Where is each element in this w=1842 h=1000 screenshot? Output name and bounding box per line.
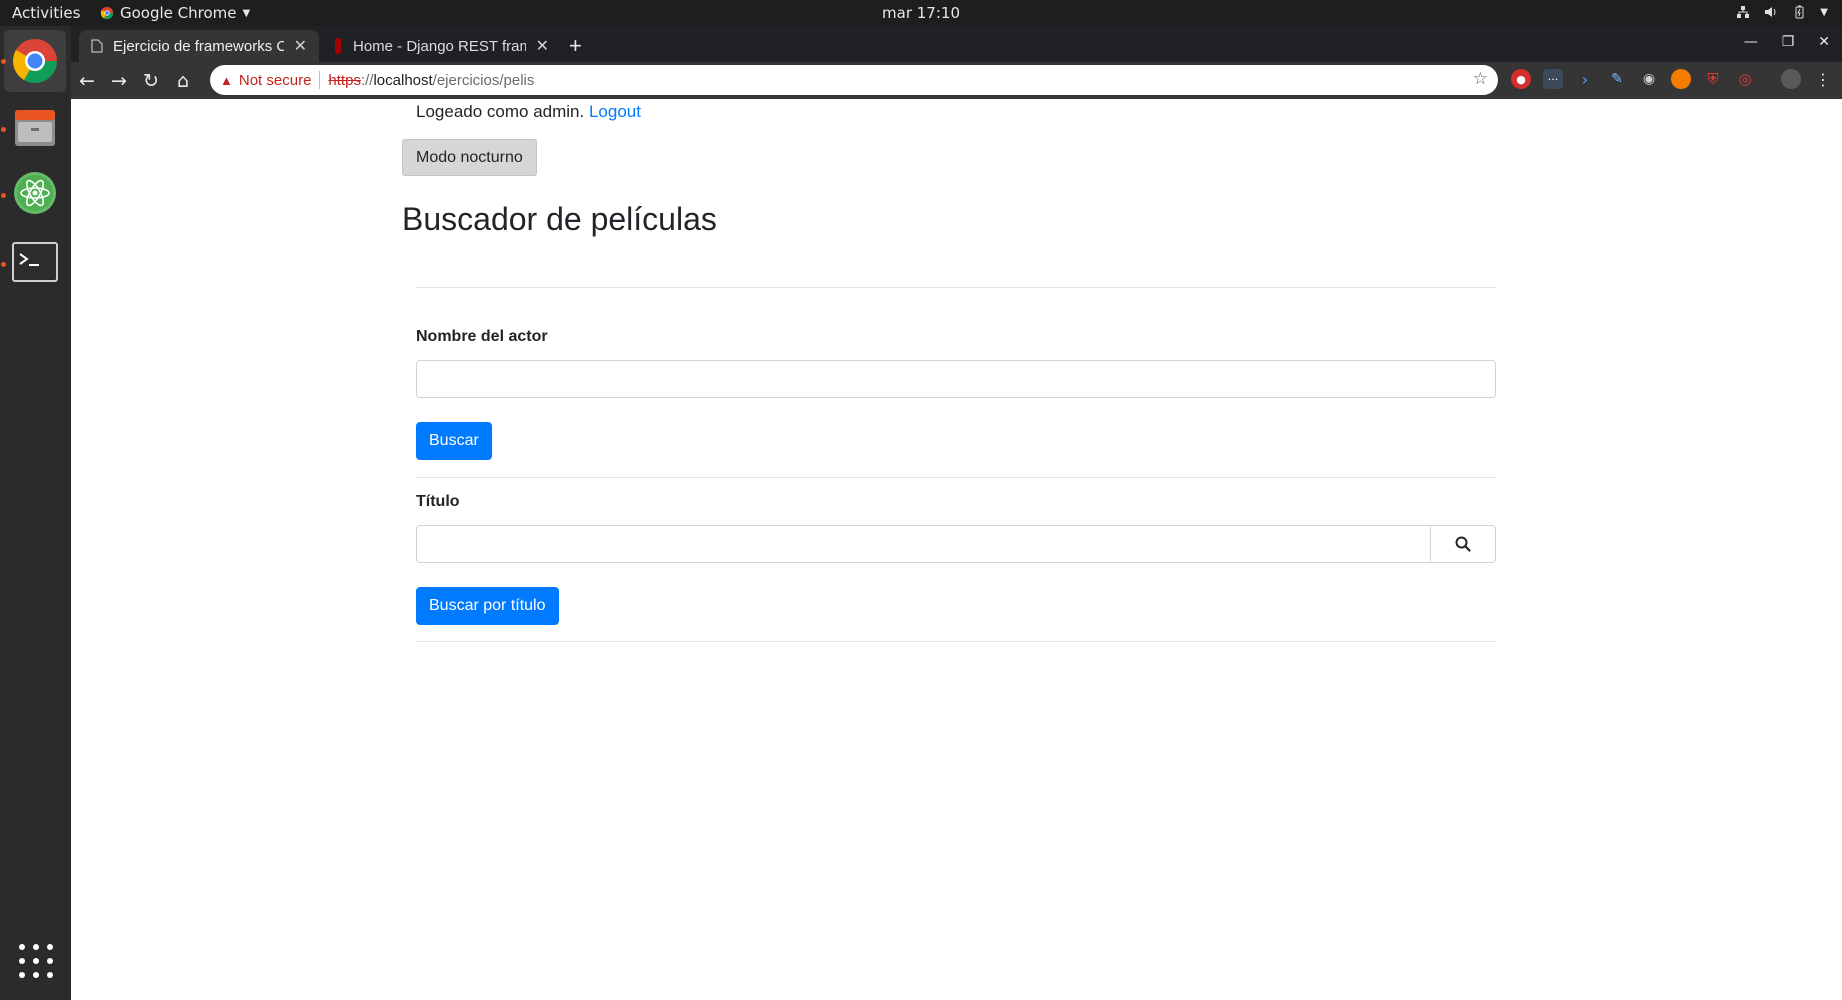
files-icon — [15, 110, 55, 146]
address-bar[interactable]: ▲ Not secure https://localhost/ejercicio… — [210, 65, 1498, 95]
tab-django[interactable]: Home - Django REST fram ✕ — [321, 30, 561, 62]
dock-atom[interactable] — [4, 162, 66, 224]
search-icon — [1455, 536, 1471, 552]
bookmark-star-icon[interactable]: ☆ — [1473, 69, 1488, 89]
night-mode-button[interactable]: Modo nocturno — [402, 139, 537, 176]
url-path: /ejercicios/pelis — [432, 71, 535, 89]
actor-label: Nombre del actor — [416, 328, 548, 345]
grid-dot — [19, 944, 25, 950]
grid-dot — [47, 958, 53, 964]
atom-icon — [14, 172, 56, 214]
page-icon — [91, 39, 103, 53]
system-tray[interactable]: ▼ — [1736, 5, 1828, 19]
title-search-button[interactable] — [1431, 525, 1496, 563]
grid-dot — [33, 972, 39, 978]
ext-arrow-icon[interactable]: › — [1575, 69, 1595, 89]
url-protocol: https — [328, 71, 361, 89]
ext-orange-icon[interactable] — [1671, 69, 1691, 89]
url-host: localhost — [373, 71, 433, 89]
reload-icon[interactable]: ↻ — [135, 65, 167, 97]
omnibox-separator — [319, 71, 321, 89]
new-tab-icon[interactable]: + — [569, 33, 582, 59]
minimize-icon[interactable]: — — [1744, 34, 1758, 50]
terminal-icon — [12, 242, 58, 282]
page-content: Logeado como admin. Logout Modo nocturno… — [71, 99, 1842, 1000]
title-input[interactable] — [416, 525, 1431, 563]
app-menu[interactable]: Google Chrome ▼ — [100, 4, 250, 22]
ext-target-icon[interactable]: ◎ — [1735, 69, 1755, 89]
divider — [416, 287, 1496, 288]
search-button[interactable]: Buscar — [416, 422, 492, 460]
maximize-icon[interactable]: ❐ — [1782, 34, 1795, 50]
dock-terminal[interactable] — [4, 231, 66, 293]
tab-strip: Ejercicio de frameworks C ✕ Home - Djang… — [71, 26, 1842, 62]
grid-dot — [47, 944, 53, 950]
extensions-bar: ● ··· › ✎ ◉ ⛨ ◎ ⋮ — [1511, 69, 1833, 89]
home-icon[interactable]: ⌂ — [167, 65, 199, 97]
clock-container: mar 17:10 — [0, 4, 1842, 22]
chrome-small-icon — [100, 6, 114, 20]
running-indicator — [1, 193, 6, 198]
divider — [416, 477, 1496, 478]
tab-ejercicio[interactable]: Ejercicio de frameworks C ✕ — [79, 30, 319, 62]
system-menu-chevron-icon[interactable]: ▼ — [1820, 7, 1828, 18]
clock[interactable]: mar 17:10 — [882, 4, 960, 22]
divider — [416, 641, 1496, 642]
dock-chrome[interactable] — [4, 30, 66, 92]
close-icon[interactable]: ✕ — [536, 36, 549, 56]
close-icon[interactable]: ✕ — [294, 36, 307, 56]
browser-chrome: Ejercicio de frameworks C ✕ Home - Djang… — [71, 26, 1842, 99]
ext-red-icon[interactable]: ● — [1511, 69, 1531, 89]
network-icon[interactable] — [1736, 5, 1750, 19]
running-indicator — [1, 127, 6, 132]
logout-link[interactable]: Logout — [589, 102, 641, 121]
tab-title: Ejercicio de frameworks C — [113, 37, 284, 55]
dock-files[interactable] — [4, 96, 66, 158]
apps-grid-icon[interactable] — [19, 944, 53, 978]
grid-dot — [33, 944, 39, 950]
running-indicator — [1, 59, 6, 64]
ext-camera-icon[interactable]: ◉ — [1639, 69, 1659, 89]
grid-dot — [47, 972, 53, 978]
forward-icon[interactable]: → — [103, 65, 135, 97]
login-status: Logeado como admin. Logout — [416, 102, 641, 122]
activities-button[interactable]: Activities — [12, 4, 80, 22]
window-controls: — ❐ ✕ — [1744, 34, 1830, 50]
url-separator: :// — [360, 71, 374, 89]
battery-icon[interactable] — [1792, 5, 1806, 19]
ext-dots-icon[interactable]: ··· — [1543, 69, 1563, 89]
grid-dot — [33, 958, 39, 964]
chrome-menu-icon[interactable]: ⋮ — [1813, 69, 1833, 89]
system-top-bar: Activities Google Chrome ▼ mar 17:10 ▼ — [0, 0, 1842, 26]
title-label: Título — [416, 493, 460, 510]
ext-pen-icon[interactable]: ✎ — [1607, 69, 1627, 89]
grid-dot — [19, 958, 25, 964]
profile-avatar[interactable] — [1781, 69, 1801, 89]
not-secure-label[interactable]: Not secure — [239, 72, 312, 89]
actor-input[interactable] — [416, 360, 1496, 398]
chevron-down-icon: ▼ — [242, 7, 251, 19]
ext-shield-icon[interactable]: ⛨ — [1703, 69, 1723, 89]
app-menu-label: Google Chrome — [120, 4, 237, 22]
close-window-icon[interactable]: ✕ — [1818, 34, 1830, 50]
chrome-icon — [13, 39, 57, 83]
search-by-title-button[interactable]: Buscar por título — [416, 587, 559, 625]
tab-title: Home - Django REST fram — [353, 37, 526, 55]
login-text: Logeado como admin. — [416, 102, 585, 121]
page-title: Buscador de películas — [402, 201, 717, 237]
volume-icon[interactable] — [1764, 5, 1778, 19]
title-input-group — [416, 525, 1496, 563]
dock — [0, 26, 71, 1000]
browser-toolbar: ← → ↻ ⌂ ▲ Not secure https://localhost/e… — [71, 62, 1842, 99]
django-favicon-icon — [335, 38, 341, 54]
back-icon[interactable]: ← — [71, 65, 103, 97]
warning-icon[interactable]: ▲ — [220, 73, 233, 88]
running-indicator — [1, 262, 6, 267]
grid-dot — [19, 972, 25, 978]
